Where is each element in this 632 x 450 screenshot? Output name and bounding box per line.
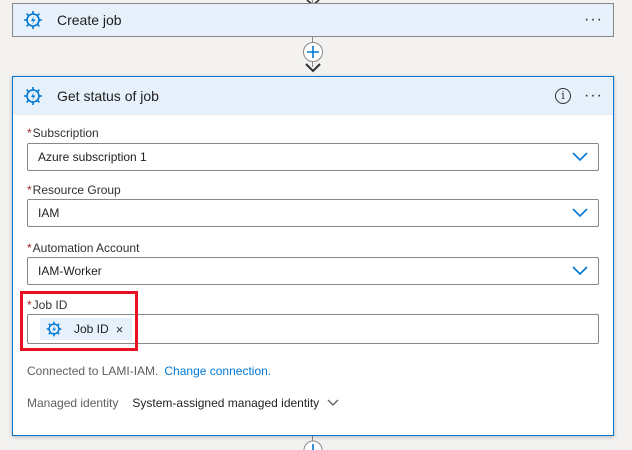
more-options-button[interactable]: ··· xyxy=(584,12,603,28)
resource-group-dropdown[interactable]: IAM xyxy=(27,199,599,227)
required-mark: * xyxy=(27,183,32,197)
chevron-down-icon xyxy=(572,152,588,162)
managed-identity-row: Managed identity System-assigned managed… xyxy=(27,396,339,410)
automation-account-label: *Automation Account xyxy=(27,241,139,255)
required-mark: * xyxy=(27,126,32,140)
automation-account-dropdown[interactable]: IAM-Worker xyxy=(27,257,599,285)
get-status-card: Get status of job i ··· *Subscription Az… xyxy=(12,76,614,436)
create-job-header[interactable]: Create job xyxy=(13,4,613,36)
create-job-card[interactable]: Create job ··· xyxy=(12,3,614,37)
resource-group-value: IAM xyxy=(38,206,60,220)
resource-group-label: *Resource Group xyxy=(27,183,121,197)
card-title: Get status of job xyxy=(57,87,159,104)
resource-group-label-text: Resource Group xyxy=(32,183,121,197)
automation-account-value: IAM-Worker xyxy=(38,264,102,278)
managed-identity-value: System-assigned managed identity xyxy=(132,396,320,410)
connection-info: Connected to LAMI-IAM. Change connection. xyxy=(27,364,271,378)
required-mark: * xyxy=(27,241,32,255)
chevron-down-icon xyxy=(572,208,588,218)
card-title: Create job xyxy=(57,12,122,28)
change-connection-link[interactable]: Change connection. xyxy=(164,364,271,378)
managed-identity-label: Managed identity xyxy=(27,396,119,410)
automation-gear-icon xyxy=(21,84,45,108)
get-status-header[interactable]: Get status of job i ··· xyxy=(13,77,613,115)
more-options-button[interactable]: ··· xyxy=(584,87,603,104)
plus-icon xyxy=(307,46,319,58)
managed-identity-dropdown[interactable]: System-assigned managed identity xyxy=(132,396,339,410)
subscription-value: Azure subscription 1 xyxy=(38,150,147,164)
subscription-dropdown[interactable]: Azure subscription 1 xyxy=(27,143,599,171)
info-icon[interactable]: i xyxy=(555,87,571,104)
chevron-down-icon xyxy=(327,399,339,406)
highlight-box xyxy=(20,291,138,351)
connection-text: Connected to LAMI-IAM. xyxy=(27,364,159,378)
automation-account-label-text: Automation Account xyxy=(32,241,140,255)
subscription-label: *Subscription xyxy=(27,126,99,140)
add-step-partial xyxy=(303,440,323,450)
arrow-down-icon xyxy=(305,63,321,73)
automation-gear-icon xyxy=(21,8,45,32)
chevron-down-icon xyxy=(572,266,588,276)
subscription-label-text: Subscription xyxy=(32,126,99,140)
add-step-button[interactable] xyxy=(303,42,323,62)
